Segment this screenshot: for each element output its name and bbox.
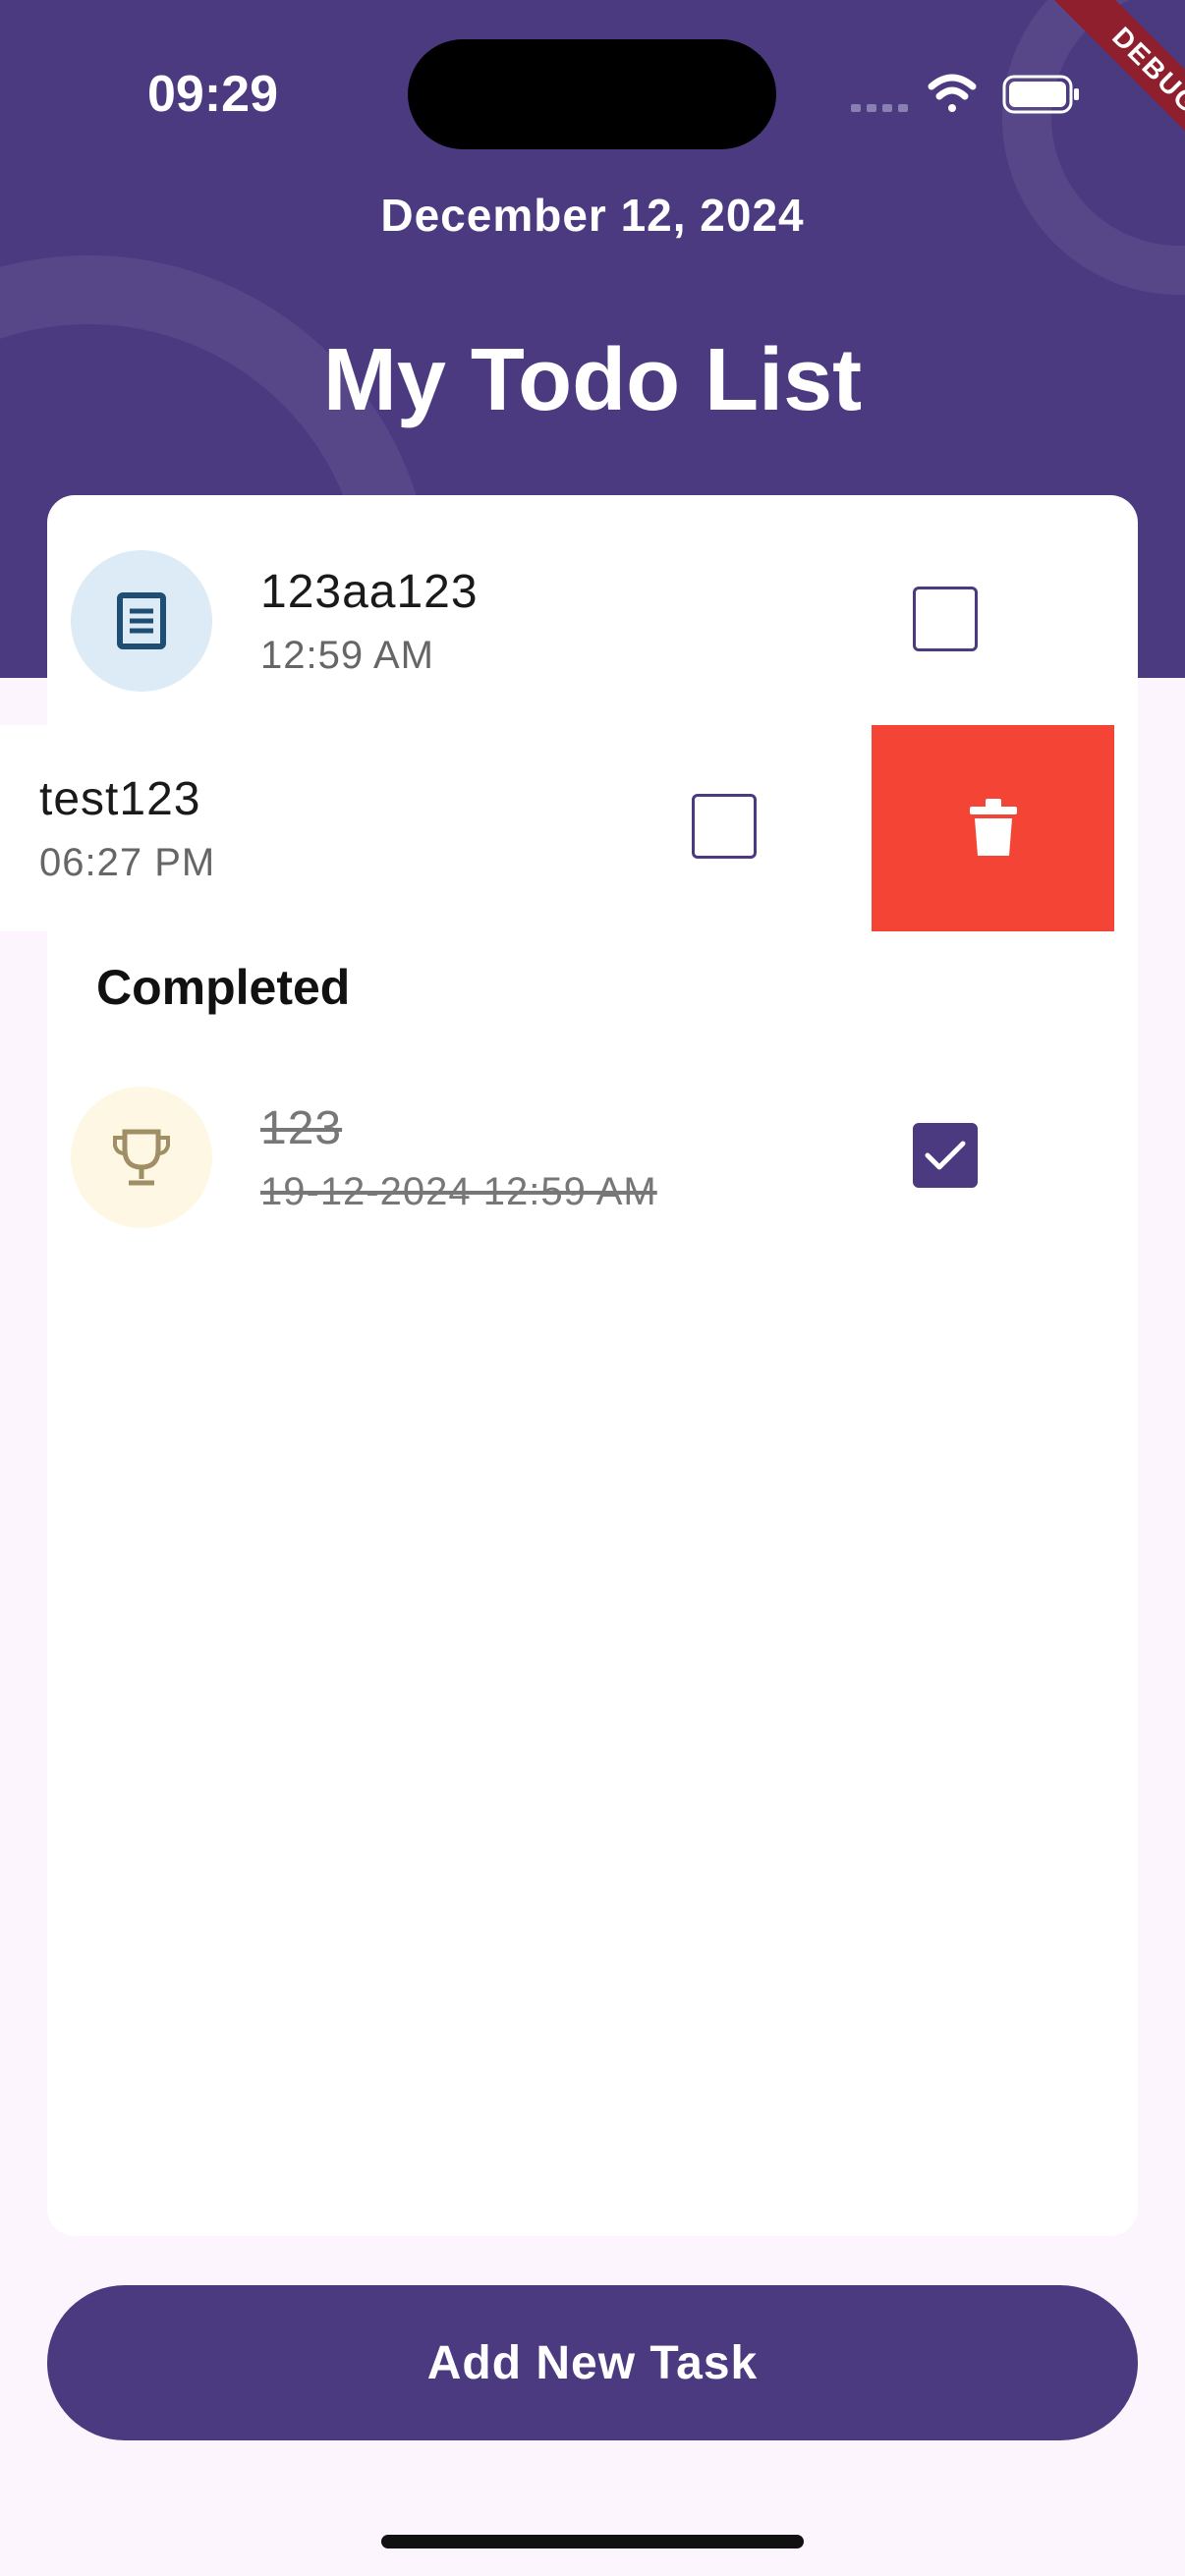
task-row[interactable]: test123 06:27 PM: [0, 725, 872, 931]
delete-action[interactable]: [872, 725, 1114, 931]
check-icon: [925, 1141, 966, 1170]
status-time: 09:29: [147, 66, 278, 123]
task-time: 19-12-2024 12:59 AM: [260, 1170, 657, 1213]
cellular-dots-icon: [851, 104, 908, 112]
trophy-icon: [113, 1129, 170, 1186]
task-checkbox[interactable]: [913, 587, 978, 651]
task-title: test123: [39, 773, 201, 825]
task-title: 123: [260, 1102, 343, 1154]
task-icon-badge: [71, 1087, 212, 1228]
header-date: December 12, 2024: [380, 190, 805, 241]
add-new-task-button[interactable]: Add New Task: [47, 2285, 1138, 2440]
wifi-icon: [928, 74, 977, 112]
document-icon: [117, 592, 166, 649]
completed-task-row[interactable]: 123 19-12-2024 12:59 AM: [47, 1054, 1138, 1260]
task-time: 06:27 PM: [39, 841, 216, 884]
completed-section-label: Completed: [96, 960, 351, 1015]
page-title: My Todo List: [322, 331, 863, 429]
dynamic-island: [408, 39, 776, 149]
task-title: 123aa123: [260, 566, 479, 618]
task-checkbox-checked[interactable]: [913, 1123, 978, 1188]
status-icons: [847, 71, 1083, 120]
battery-icon: [1002, 75, 1079, 114]
task-time: 12:59 AM: [260, 634, 435, 677]
task-icon-badge: [71, 550, 212, 692]
task-row[interactable]: 123aa123 12:59 AM: [47, 518, 1138, 724]
trash-icon: [969, 799, 1017, 856]
home-indicator: [381, 2535, 804, 2548]
task-checkbox[interactable]: [692, 794, 757, 859]
